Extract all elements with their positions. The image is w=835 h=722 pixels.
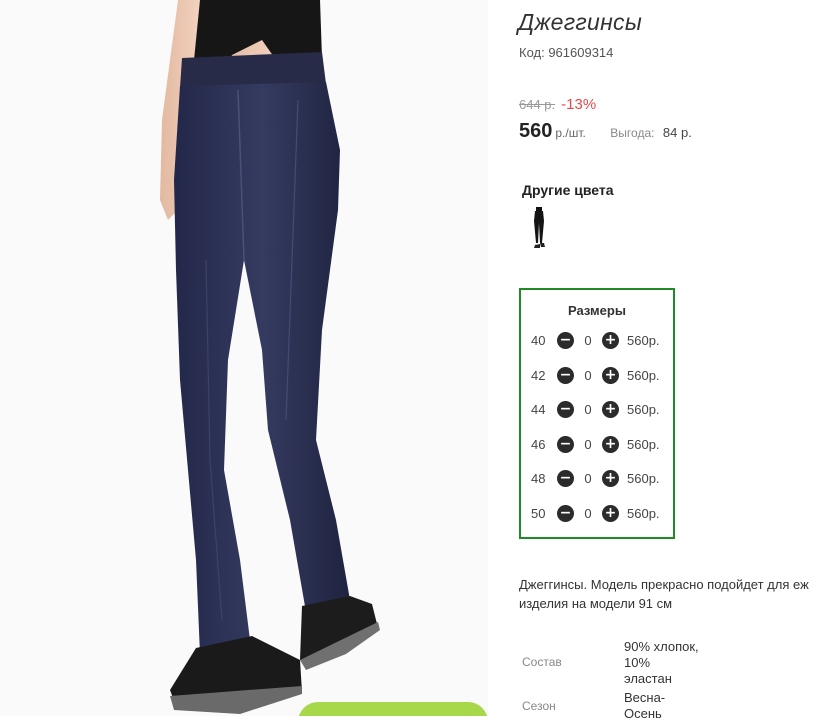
quantity-value: 0 bbox=[584, 436, 592, 452]
product-description: Джеггинсы. Модель прекрасно подойдет для… bbox=[519, 575, 835, 613]
benefit-value: 84 р. bbox=[662, 125, 692, 140]
quantity-value: 0 bbox=[584, 470, 592, 486]
composition-line: эластан bbox=[624, 671, 672, 686]
product-code: Код: 961609314 bbox=[519, 45, 614, 60]
decrease-quantity-button[interactable]: − bbox=[557, 469, 574, 487]
description-line: изделия на модели 91 см bbox=[519, 596, 673, 611]
size-label: 44 bbox=[531, 401, 546, 417]
product-title: Джеггинсы bbox=[518, 9, 643, 35]
jeggings-photo-illustration bbox=[0, 0, 488, 716]
increase-quantity-button[interactable]: + bbox=[602, 435, 619, 453]
size-row: 42 − 0 + 560р. bbox=[531, 365, 660, 385]
decrease-quantity-button[interactable]: − bbox=[557, 435, 574, 453]
size-row: 44 − 0 + 560р. bbox=[531, 399, 660, 419]
composition-line: 10% bbox=[624, 655, 651, 670]
composition-label: Состав bbox=[522, 655, 562, 669]
increase-quantity-button[interactable]: + bbox=[602, 366, 619, 384]
increase-quantity-button[interactable]: + bbox=[602, 469, 619, 487]
sizes-panel: Размеры 40 − 0 + 560р. 42 − 0 + 560р. 44… bbox=[519, 288, 675, 539]
decrease-quantity-button[interactable]: − bbox=[557, 331, 574, 349]
size-label: 48 bbox=[531, 470, 546, 486]
decrease-quantity-button[interactable]: − bbox=[557, 400, 574, 418]
size-row: 50 − 0 + 560р. bbox=[531, 503, 660, 523]
quantity-value: 0 bbox=[584, 505, 592, 521]
add-to-cart-button[interactable] bbox=[298, 702, 488, 716]
composition-value: 90% хлопок, 10% эластан bbox=[624, 639, 724, 687]
old-price: 644 р. bbox=[519, 97, 556, 112]
sizes-title: Размеры bbox=[568, 303, 626, 318]
product-photo[interactable] bbox=[0, 0, 488, 716]
size-row: 48 − 0 + 560р. bbox=[531, 468, 660, 488]
size-label: 50 bbox=[531, 505, 546, 521]
price-unit: р./шт. bbox=[555, 126, 586, 140]
size-row: 46 − 0 + 560р. bbox=[531, 434, 660, 454]
benefit-label: Выгода: bbox=[610, 126, 655, 140]
size-price: 560р. bbox=[627, 401, 660, 417]
other-colors-title: Другие цвета bbox=[522, 182, 614, 198]
season-line: Весна- bbox=[624, 690, 666, 705]
size-price: 560р. bbox=[627, 436, 660, 452]
decrease-quantity-button[interactable]: − bbox=[557, 504, 574, 522]
quantity-value: 0 bbox=[584, 332, 592, 348]
decrease-quantity-button[interactable]: − bbox=[557, 366, 574, 384]
size-price: 560р. bbox=[627, 332, 660, 348]
quantity-value: 0 bbox=[584, 401, 592, 417]
season-label: Сезон bbox=[522, 699, 556, 713]
size-price: 560р. bbox=[627, 367, 660, 383]
increase-quantity-button[interactable]: + bbox=[602, 400, 619, 418]
size-label: 42 bbox=[531, 367, 546, 383]
discount-badge: -13% bbox=[561, 96, 597, 113]
season-line: Осень bbox=[624, 706, 662, 721]
increase-quantity-button[interactable]: + bbox=[602, 331, 619, 349]
size-label: 46 bbox=[531, 436, 546, 452]
season-value: Весна- Осень bbox=[624, 690, 724, 722]
size-row: 40 − 0 + 560р. bbox=[531, 330, 660, 350]
quantity-value: 0 bbox=[584, 367, 592, 383]
composition-line: 90% хлопок, bbox=[624, 639, 699, 654]
old-price-row: 644 р. -13% bbox=[519, 96, 596, 113]
description-line: Джеггинсы. Модель прекрасно подойдет для… bbox=[519, 577, 809, 592]
current-price: 560 bbox=[519, 120, 553, 142]
color-variant-thumbnail[interactable] bbox=[525, 205, 553, 253]
increase-quantity-button[interactable]: + bbox=[602, 504, 619, 522]
size-label: 40 bbox=[531, 332, 546, 348]
size-price: 560р. bbox=[627, 470, 660, 486]
price-row: 560 р./шт. Выгода: 84 р. bbox=[519, 120, 692, 143]
size-price: 560р. bbox=[627, 505, 660, 521]
